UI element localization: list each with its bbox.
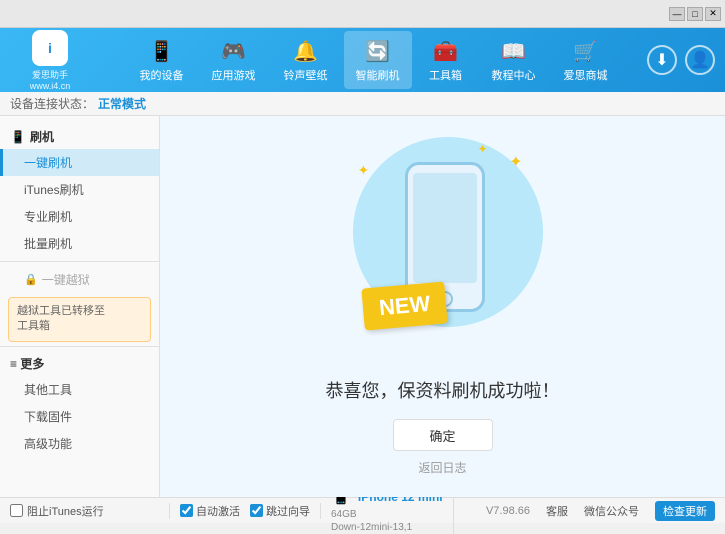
sidebar-item-onekey-flash[interactable]: 一键刷机 (0, 149, 159, 176)
main-layout: 📱 刷机 一键刷机 iTunes刷机 专业刷机 批量刷机 🔒 一键越狱 越狱工具… (0, 116, 725, 497)
bottom-bar: 阻止iTunes运行 自动激活 跳过向导 📱 iPhone 12 mini 64… (0, 497, 725, 523)
bottom-right: V7.98.66 客服 微信公众号 检查更新 (486, 501, 715, 521)
nav-shop-label: 爱思商城 (564, 67, 608, 83)
skip-wizard-item: 跳过向导 (250, 503, 310, 519)
sparkle-2: ✦ (477, 142, 487, 156)
nav-bar: 📱 我的设备 🎮 应用游戏 🔔 铃声壁纸 🔄 智能刷机 🧰 工具箱 📖 教程中心… (100, 31, 647, 89)
sparkle-1: ✦ (509, 152, 522, 172)
customer-service-link[interactable]: 客服 (546, 503, 568, 519)
phone-illustration: ✦ ✦ ✦ NEW (343, 137, 543, 357)
sidebar-item-pro-flash[interactable]: 专业刷机 (0, 203, 159, 230)
nav-appgame[interactable]: 🎮 应用游戏 (200, 31, 268, 89)
stop-itunes-label: 阻止iTunes运行 (27, 503, 104, 519)
logo-url: www.i4.cn (30, 81, 71, 91)
wechat-link[interactable]: 微信公众号 (584, 503, 639, 519)
maximize-button[interactable]: □ (687, 7, 703, 21)
status-label: 设备连接状态： (10, 95, 94, 112)
nav-smartflash-label: 智能刷机 (356, 67, 400, 83)
sidebar-item-batch-flash[interactable]: 批量刷机 (0, 230, 159, 257)
logo-name: 爱思助手 (32, 68, 68, 81)
appgame-icon: 🎮 (220, 37, 248, 65)
sidebar-note-text: 越狱工具已转移至工具箱 (17, 305, 105, 332)
phone-screen (413, 173, 477, 283)
nav-smartflash[interactable]: 🔄 智能刷机 (344, 31, 412, 89)
nav-tutorial[interactable]: 📖 教程中心 (480, 31, 548, 89)
flash-section-title: 📱 刷机 (0, 124, 159, 149)
flash-section-icon: 📱 (10, 129, 26, 145)
skip-wizard-checkbox[interactable] (250, 504, 263, 517)
nav-appgame-label: 应用游戏 (212, 67, 256, 83)
shop-icon: 🛒 (572, 37, 600, 65)
confirm-button[interactable]: 确定 (393, 419, 493, 451)
nav-toolbox[interactable]: 🧰 工具箱 (416, 31, 476, 89)
nav-ringtone-label: 铃声壁纸 (284, 67, 328, 83)
status-value: 正常模式 (98, 95, 146, 112)
logo-icon: i (32, 30, 68, 66)
download-button[interactable]: ⬇ (647, 45, 677, 75)
tutorial-icon: 📖 (500, 37, 528, 65)
sparkle-3: ✦ (358, 162, 370, 179)
nav-ringtone[interactable]: 🔔 铃声壁纸 (272, 31, 340, 89)
nav-mydevice-label: 我的设备 (140, 67, 184, 83)
status-bar: 设备连接状态： 正常模式 (0, 92, 725, 116)
toolbox-icon: 🧰 (432, 37, 460, 65)
logo: i 爱思助手 www.i4.cn (10, 30, 90, 91)
user-button[interactable]: 👤 (685, 45, 715, 75)
skip-wizard-label: 跳过向导 (266, 503, 310, 519)
smartflash-icon: 🔄 (364, 37, 392, 65)
auto-activate-item: 自动激活 (180, 503, 240, 519)
more-section-title: ≡ 更多 (0, 351, 159, 376)
nav-tutorial-label: 教程中心 (492, 67, 536, 83)
logo-letter: i (48, 40, 52, 56)
check-update-button[interactable]: 检查更新 (655, 501, 715, 521)
mydevice-icon: 📱 (148, 37, 176, 65)
close-button[interactable]: ✕ (705, 7, 721, 21)
auto-activate-checkbox[interactable] (180, 504, 193, 517)
sidebar-item-itunes-flash[interactable]: iTunes刷机 (0, 176, 159, 203)
sidebar-jailbreak-note: 越狱工具已转移至工具箱 (8, 297, 151, 342)
back-link[interactable]: 返回日志 (418, 459, 466, 476)
nav-right-actions: ⬇ 👤 (647, 45, 715, 75)
minimize-button[interactable]: — (669, 7, 685, 21)
stop-itunes-area: 阻止iTunes运行 (10, 503, 170, 519)
main-content: ✦ ✦ ✦ NEW 恭喜您，保资料刷机成功啦！ 确定 返回日志 (160, 116, 725, 497)
version-label: V7.98.66 (486, 505, 530, 517)
sidebar-divider-1 (0, 261, 159, 262)
sidebar-item-other-tools[interactable]: 其他工具 (0, 376, 159, 403)
stop-itunes-checkbox[interactable] (10, 504, 23, 517)
sidebar-item-download-firmware[interactable]: 下载固件 (0, 403, 159, 430)
header: i 爱思助手 www.i4.cn 📱 我的设备 🎮 应用游戏 🔔 铃声壁纸 🔄 … (0, 28, 725, 92)
sidebar-divider-2 (0, 346, 159, 347)
success-title: 恭喜您，保资料刷机成功啦！ (326, 377, 560, 403)
nav-shop[interactable]: 🛒 爱思商城 (552, 31, 620, 89)
sidebar: 📱 刷机 一键刷机 iTunes刷机 专业刷机 批量刷机 🔒 一键越狱 越狱工具… (0, 116, 160, 497)
titlebar: — □ ✕ (0, 0, 725, 28)
ringtone-icon: 🔔 (292, 37, 320, 65)
bottom-checkboxes: 自动激活 跳过向导 (170, 503, 321, 519)
device-storage: 64GB (331, 508, 443, 521)
nav-mydevice[interactable]: 📱 我的设备 (128, 31, 196, 89)
nav-toolbox-label: 工具箱 (429, 67, 462, 83)
new-badge: NEW (361, 281, 448, 330)
sidebar-item-advanced[interactable]: 高级功能 (0, 430, 159, 457)
auto-activate-label: 自动激活 (196, 503, 240, 519)
sidebar-item-jailbreak: 🔒 一键越狱 (0, 266, 159, 293)
